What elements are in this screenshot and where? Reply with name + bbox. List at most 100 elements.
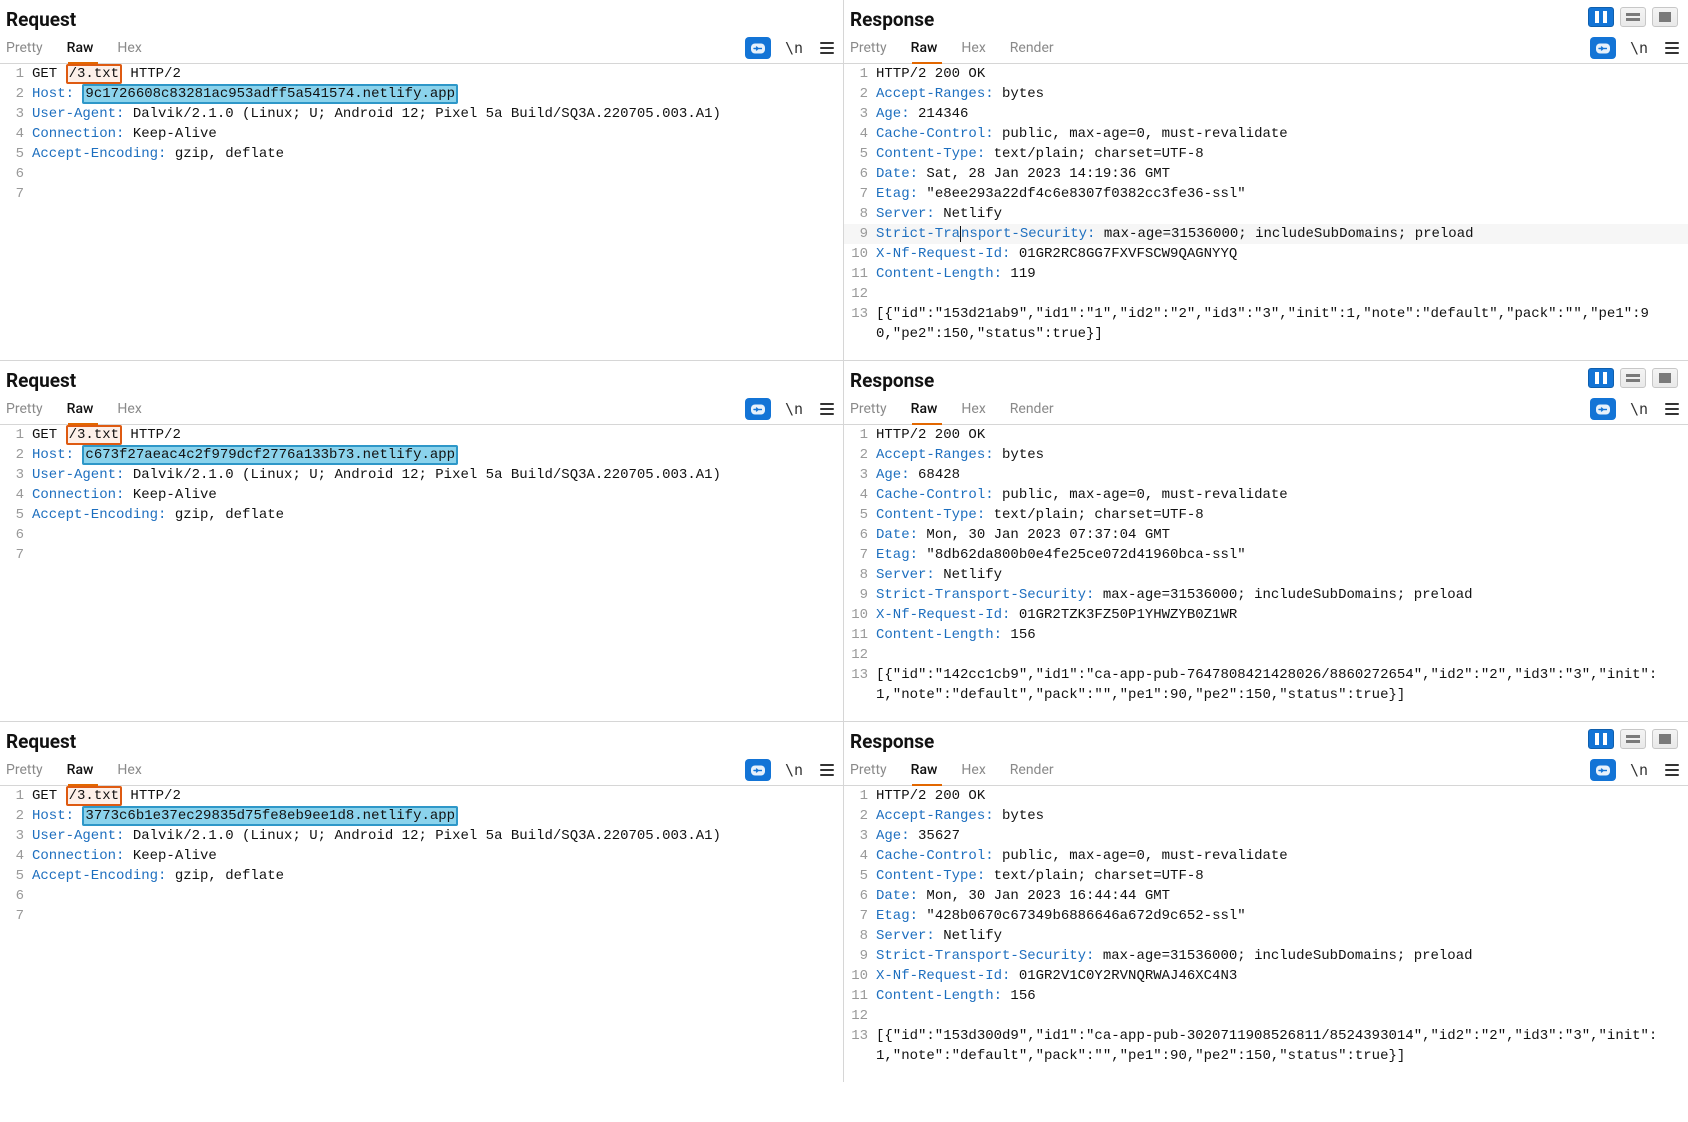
tab-raw[interactable]: Raw: [67, 756, 94, 784]
line-content[interactable]: Strict-Transport-Security: max-age=31536…: [876, 946, 1688, 966]
code-line[interactable]: 1GET /3.txt HTTP/2: [0, 425, 843, 445]
tab-pretty[interactable]: Pretty: [850, 756, 887, 784]
code-line[interactable]: 4Cache-Control: public, max-age=0, must-…: [844, 124, 1688, 144]
request-editor[interactable]: 1GET /3.txt HTTP/22Host: c673f27aeac4c2f…: [0, 425, 843, 581]
code-line[interactable]: 9Strict-Transport-Security: max-age=3153…: [844, 585, 1688, 605]
line-content[interactable]: X-Nf-Request-Id: 01GR2V1C0Y2RVNQRWAJ46XC…: [876, 966, 1688, 986]
menu-icon[interactable]: [1662, 760, 1682, 780]
tab-raw[interactable]: Raw: [911, 34, 938, 62]
menu-icon[interactable]: [1662, 38, 1682, 58]
line-content[interactable]: Accept-Encoding: gzip, deflate: [32, 505, 843, 525]
tab-pretty[interactable]: Pretty: [6, 395, 43, 423]
line-content[interactable]: Connection: Keep-Alive: [32, 846, 843, 866]
line-content[interactable]: Content-Type: text/plain; charset=UTF-8: [876, 505, 1688, 525]
code-line[interactable]: 6: [0, 525, 843, 545]
equals-button[interactable]: [1620, 7, 1646, 27]
code-line[interactable]: 7Etag: "8db62da800b0e4fe25ce072d41960bca…: [844, 545, 1688, 565]
tab-render[interactable]: Render: [1010, 395, 1054, 423]
line-content[interactable]: Date: Sat, 28 Jan 2023 14:19:36 GMT: [876, 164, 1688, 184]
tab-raw[interactable]: Raw: [911, 756, 938, 784]
line-content[interactable]: Host: 9c1726608c83281ac953adff5a541574.n…: [32, 84, 843, 104]
tab-hex[interactable]: Hex: [961, 756, 985, 784]
line-content[interactable]: Strict-Transport-Security: max-age=31536…: [876, 224, 1688, 244]
code-line[interactable]: 4Cache-Control: public, max-age=0, must-…: [844, 846, 1688, 866]
tab-hex[interactable]: Hex: [117, 34, 141, 62]
line-content[interactable]: [{"id":"153d21ab9","id1":"1","id2":"2","…: [876, 304, 1688, 344]
code-line[interactable]: 6Date: Mon, 30 Jan 2023 16:44:44 GMT: [844, 886, 1688, 906]
line-content[interactable]: Date: Mon, 30 Jan 2023 16:44:44 GMT: [876, 886, 1688, 906]
code-line[interactable]: 6: [0, 164, 843, 184]
line-content[interactable]: HTTP/2 200 OK: [876, 786, 1688, 806]
code-line[interactable]: 9Strict-Transport-Security: max-age=3153…: [844, 224, 1688, 244]
line-content[interactable]: Host: c673f27aeac4c2f979dcf2776a133b73.n…: [32, 445, 843, 465]
tab-pretty[interactable]: Pretty: [6, 34, 43, 62]
line-content[interactable]: Host: 3773c6b1e37ec29835d75fe8eb9ee1d8.n…: [32, 806, 843, 826]
wrap-toggle-icon[interactable]: [1590, 759, 1616, 781]
tab-hex[interactable]: Hex: [961, 395, 985, 423]
code-line[interactable]: 2Host: 3773c6b1e37ec29835d75fe8eb9ee1d8.…: [0, 806, 843, 826]
stop-button[interactable]: [1652, 7, 1678, 27]
code-line[interactable]: 1GET /3.txt HTTP/2: [0, 64, 843, 84]
code-line[interactable]: 11Content-Length: 119: [844, 264, 1688, 284]
code-line[interactable]: 6Date: Sat, 28 Jan 2023 14:19:36 GMT: [844, 164, 1688, 184]
stop-button[interactable]: [1652, 729, 1678, 749]
code-line[interactable]: 3User-Agent: Dalvik/2.1.0 (Linux; U; And…: [0, 104, 843, 124]
code-line[interactable]: 6: [0, 886, 843, 906]
line-content[interactable]: Connection: Keep-Alive: [32, 485, 843, 505]
code-line[interactable]: 4Cache-Control: public, max-age=0, must-…: [844, 485, 1688, 505]
code-line[interactable]: 12: [844, 284, 1688, 304]
code-line[interactable]: 7: [0, 184, 843, 204]
code-line[interactable]: 12: [844, 645, 1688, 665]
line-content[interactable]: Accept-Ranges: bytes: [876, 806, 1688, 826]
code-line[interactable]: 1HTTP/2 200 OK: [844, 425, 1688, 445]
line-content[interactable]: GET /3.txt HTTP/2: [32, 786, 843, 806]
code-line[interactable]: 11Content-Length: 156: [844, 986, 1688, 1006]
code-line[interactable]: 8Server: Netlify: [844, 565, 1688, 585]
wrap-toggle-icon[interactable]: [1590, 37, 1616, 59]
code-line[interactable]: 13[{"id":"153d300d9","id1":"ca-app-pub-3…: [844, 1026, 1688, 1066]
line-content[interactable]: Accept-Encoding: gzip, deflate: [32, 866, 843, 886]
code-line[interactable]: 8Server: Netlify: [844, 204, 1688, 224]
request-editor[interactable]: 1GET /3.txt HTTP/22Host: 9c1726608c83281…: [0, 64, 843, 220]
code-line[interactable]: 1HTTP/2 200 OK: [844, 64, 1688, 84]
code-line[interactable]: 10X-Nf-Request-Id: 01GR2TZK3FZ50P1YHWZYB…: [844, 605, 1688, 625]
equals-button[interactable]: [1620, 729, 1646, 749]
line-content[interactable]: Accept-Ranges: bytes: [876, 445, 1688, 465]
code-line[interactable]: 3User-Agent: Dalvik/2.1.0 (Linux; U; And…: [0, 465, 843, 485]
line-content[interactable]: Accept-Encoding: gzip, deflate: [32, 144, 843, 164]
code-line[interactable]: 3User-Agent: Dalvik/2.1.0 (Linux; U; And…: [0, 826, 843, 846]
code-line[interactable]: 12: [844, 1006, 1688, 1026]
code-line[interactable]: 13[{"id":"142cc1cb9","id1":"ca-app-pub-7…: [844, 665, 1688, 705]
line-content[interactable]: Content-Length: 156: [876, 986, 1688, 1006]
code-line[interactable]: 4Connection: Keep-Alive: [0, 124, 843, 144]
newline-indicator[interactable]: \n: [785, 39, 803, 57]
wrap-toggle-icon[interactable]: [1590, 398, 1616, 420]
tab-raw[interactable]: Raw: [67, 395, 94, 423]
line-content[interactable]: Strict-Transport-Security: max-age=31536…: [876, 585, 1688, 605]
code-line[interactable]: 9Strict-Transport-Security: max-age=3153…: [844, 946, 1688, 966]
line-content[interactable]: Etag: "8db62da800b0e4fe25ce072d41960bca-…: [876, 545, 1688, 565]
line-content[interactable]: Date: Mon, 30 Jan 2023 07:37:04 GMT: [876, 525, 1688, 545]
line-content[interactable]: X-Nf-Request-Id: 01GR2TZK3FZ50P1YHWZYB0Z…: [876, 605, 1688, 625]
line-content[interactable]: User-Agent: Dalvik/2.1.0 (Linux; U; Andr…: [32, 104, 843, 124]
line-content[interactable]: GET /3.txt HTTP/2: [32, 64, 843, 84]
code-line[interactable]: 8Server: Netlify: [844, 926, 1688, 946]
code-line[interactable]: 2Host: c673f27aeac4c2f979dcf2776a133b73.…: [0, 445, 843, 465]
code-line[interactable]: 2Accept-Ranges: bytes: [844, 806, 1688, 826]
code-line[interactable]: 13[{"id":"153d21ab9","id1":"1","id2":"2"…: [844, 304, 1688, 344]
pause-button[interactable]: [1588, 7, 1614, 27]
code-line[interactable]: 4Connection: Keep-Alive: [0, 846, 843, 866]
code-line[interactable]: 5Content-Type: text/plain; charset=UTF-8: [844, 505, 1688, 525]
menu-icon[interactable]: [1662, 399, 1682, 419]
response-editor[interactable]: 1HTTP/2 200 OK2Accept-Ranges: bytes3Age:…: [844, 425, 1688, 721]
line-content[interactable]: Content-Type: text/plain; charset=UTF-8: [876, 144, 1688, 164]
line-content[interactable]: User-Agent: Dalvik/2.1.0 (Linux; U; Andr…: [32, 826, 843, 846]
line-content[interactable]: Age: 214346: [876, 104, 1688, 124]
line-content[interactable]: [{"id":"142cc1cb9","id1":"ca-app-pub-764…: [876, 665, 1688, 705]
code-line[interactable]: 6Date: Mon, 30 Jan 2023 07:37:04 GMT: [844, 525, 1688, 545]
tab-hex[interactable]: Hex: [961, 34, 985, 62]
code-line[interactable]: 2Host: 9c1726608c83281ac953adff5a541574.…: [0, 84, 843, 104]
code-line[interactable]: 3Age: 214346: [844, 104, 1688, 124]
line-content[interactable]: HTTP/2 200 OK: [876, 425, 1688, 445]
line-content[interactable]: Cache-Control: public, max-age=0, must-r…: [876, 485, 1688, 505]
